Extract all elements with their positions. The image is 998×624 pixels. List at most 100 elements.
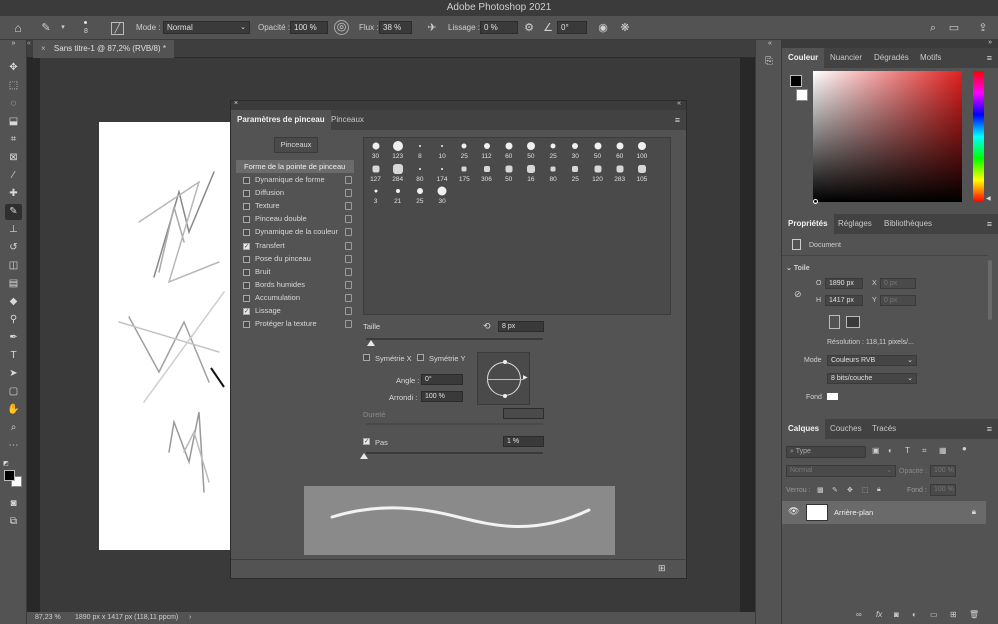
brush-tip[interactable]: 174 <box>432 162 453 183</box>
height-field[interactable]: 1417 px <box>825 295 863 306</box>
brush-tip[interactable]: 50 <box>498 162 519 183</box>
quick-mask-icon[interactable]: ◙ <box>5 496 22 512</box>
smoothing-field[interactable]: 0 % <box>480 21 518 34</box>
brush-tip[interactable]: 127 <box>365 162 386 183</box>
healing-brush-tool-icon[interactable]: ✚ <box>5 186 22 202</box>
rectangle-tool-icon[interactable]: ▢ <box>5 384 22 400</box>
airbrush-icon[interactable]: ✈ <box>424 20 440 36</box>
brush-option-checkbox[interactable]: ✓ <box>243 242 250 250</box>
dodge-tool-icon[interactable]: ⚲ <box>5 312 22 328</box>
eyedropper-tool-icon[interactable]: ⁄ <box>5 168 22 184</box>
filter-smart-object-icon[interactable]: ▦ <box>939 446 947 455</box>
brush-tip[interactable]: 175 <box>454 162 475 183</box>
brush-option-checkbox[interactable] <box>243 321 250 329</box>
flow-field[interactable]: 38 % <box>379 21 412 34</box>
brush-tip[interactable]: 50 <box>520 139 541 160</box>
tool-preset-dropdown[interactable]: ▾ <box>55 20 71 36</box>
brush-tip[interactable]: 60 <box>609 139 630 160</box>
smoothing-options-gear-icon[interactable]: ⚙ <box>521 20 537 36</box>
brush-tip[interactable]: 123 <box>387 139 408 160</box>
layer-opacity-field[interactable]: 100 % <box>930 465 956 477</box>
brush-option-row[interactable]: Protéger la texture <box>236 318 354 330</box>
brush-tool-icon[interactable]: ✎ <box>5 204 22 220</box>
collapse-panel-icon[interactable]: « <box>677 100 681 107</box>
brush-tip[interactable]: 306 <box>476 162 497 183</box>
angle-roundness-widget[interactable]: ▶ <box>477 352 530 405</box>
layer-filter-select[interactable]: ⌕ Type <box>786 446 866 458</box>
lock-position-icon[interactable]: ✥ <box>847 486 853 494</box>
brush-tip-shape-item[interactable]: Forme de la pointe de pinceau <box>236 160 354 173</box>
brush-option-row[interactable]: Dynamique de la couleur <box>236 226 354 238</box>
brush-option-checkbox[interactable] <box>243 281 250 289</box>
portrait-orientation-icon[interactable] <box>829 315 840 329</box>
filter-toggle-icon[interactable]: ● <box>962 444 967 453</box>
brush-tip[interactable]: 80 <box>409 162 430 183</box>
lock-icon[interactable] <box>345 267 352 276</box>
document-tab[interactable]: × Sans titre-1 @ 87,2% (RVB/8) * <box>33 40 174 58</box>
brush-tip[interactable]: 112 <box>476 139 497 160</box>
tab-nuancier[interactable]: Nuancier <box>824 48 868 68</box>
flip-x-checkbox[interactable] <box>363 354 370 361</box>
panel-menu-icon[interactable]: ≡ <box>987 53 992 63</box>
search-icon[interactable]: ⌕ <box>925 20 941 36</box>
expand-panels-icon[interactable]: « <box>768 40 772 47</box>
layer-style-icon[interactable]: fx <box>876 610 882 619</box>
new-layer-icon[interactable]: ⊞ <box>950 610 957 619</box>
tab-proprietes[interactable]: Propriétés <box>782 214 834 234</box>
history-brush-tool-icon[interactable]: ↺ <box>5 240 22 256</box>
add-mask-icon[interactable]: ◙ <box>894 610 899 619</box>
pressure-size-icon[interactable]: ◉ <box>595 20 611 36</box>
history-panel-icon[interactable]: ⎘ <box>762 56 776 70</box>
spacing-field[interactable]: 1 % <box>503 436 544 447</box>
reset-size-icon[interactable]: ⟲ <box>483 321 491 332</box>
bit-depth-select[interactable]: 8 bits/couche ⌄ <box>827 373 917 384</box>
brush-tip[interactable]: 10 <box>432 139 453 160</box>
brush-option-row[interactable]: Accumulation <box>236 292 354 304</box>
landscape-orientation-icon[interactable] <box>846 316 860 328</box>
collapse-toolbar-icon[interactable]: » <box>5 40 22 48</box>
symmetry-icon[interactable]: ❋ <box>617 20 633 36</box>
workspace-icon[interactable]: ▭ <box>946 20 962 36</box>
brush-tip[interactable]: 25 <box>565 162 586 183</box>
size-field[interactable]: 8 px <box>498 321 544 332</box>
panel-menu-icon[interactable]: ≡ <box>987 219 992 229</box>
panel-menu-icon[interactable]: ≡ <box>987 424 992 434</box>
pen-tool-icon[interactable]: ✒ <box>5 330 22 346</box>
lock-icon[interactable] <box>345 228 352 237</box>
collapse-dock-icon[interactable]: » <box>988 39 992 46</box>
tab-calques[interactable]: Calques <box>782 419 826 439</box>
path-select-tool-icon[interactable]: ➤ <box>5 366 22 382</box>
link-dimensions-icon[interactable]: ⊘ <box>794 289 802 300</box>
y-field[interactable]: 0 px <box>880 295 916 306</box>
status-menu-chevron-icon[interactable]: › <box>189 612 191 624</box>
brush-option-row[interactable]: Dynamique de forme <box>236 174 354 186</box>
spacing-checkbox[interactable]: ✓ <box>363 438 370 445</box>
roundness-handle-bottom[interactable] <box>503 394 507 398</box>
brush-tip[interactable]: 30 <box>565 139 586 160</box>
spacing-slider-handle[interactable] <box>360 453 368 459</box>
brush-option-checkbox[interactable] <box>243 203 250 211</box>
x-field[interactable]: 0 px <box>880 278 916 289</box>
brush-option-row[interactable]: Bruit <box>236 266 354 278</box>
eraser-tool-icon[interactable]: ◫ <box>5 258 22 274</box>
foreground-color-swatch[interactable] <box>4 470 15 481</box>
screen-mode-icon[interactable]: ⧉ <box>5 514 22 530</box>
brush-tip[interactable]: 8 <box>409 139 430 160</box>
color-mode-select[interactable]: Couleurs RVB ⌄ <box>827 355 917 366</box>
pressure-opacity-icon[interactable]: ◎ <box>334 20 349 35</box>
gradient-tool-icon[interactable]: ▤ <box>5 276 22 292</box>
hue-slider-handle-icon[interactable]: ◀ <box>986 195 991 202</box>
brush-tip[interactable]: 16 <box>520 162 541 183</box>
brush-option-checkbox[interactable] <box>243 268 250 276</box>
tab-reglages[interactable]: Réglages <box>832 214 878 234</box>
tab-bibliotheques[interactable]: Bibliothèques <box>878 214 938 234</box>
brush-settings-toggle-icon[interactable]: ╱ <box>111 22 124 35</box>
close-icon[interactable]: × <box>234 100 238 107</box>
adjustment-layer-icon[interactable]: ◐ <box>912 610 917 619</box>
brush-option-row[interactable]: Pinceau double <box>236 213 354 225</box>
default-colors-icon[interactable]: ◩ <box>3 460 10 467</box>
brush-option-checkbox[interactable]: ✓ <box>243 308 250 315</box>
filter-shape-icon[interactable]: ⌗ <box>922 446 927 456</box>
tab-motifs[interactable]: Motifs <box>914 48 947 68</box>
zoom-tool-icon[interactable]: ⌕ <box>5 420 22 436</box>
